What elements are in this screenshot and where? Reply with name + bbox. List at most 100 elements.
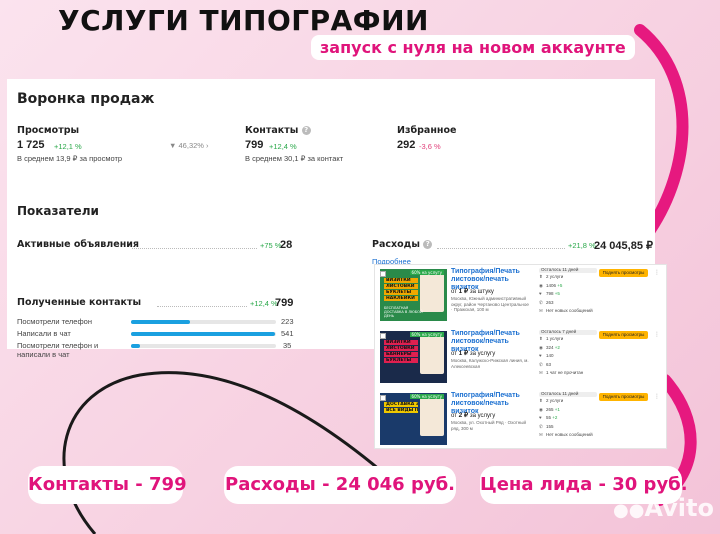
ad-image-text: ВИЗИТКИ: [384, 278, 418, 283]
more-icon[interactable]: ⋮: [654, 331, 660, 338]
ads-list: ВИЗИТКИ ЛИСТОВКИ БУКЛЕТЫ НАКЛЕЙКИ 60% на ус…: [374, 264, 667, 449]
ad-days-progress: Осталось 11 дней: [539, 267, 597, 273]
page-subtitle: запуск с нуля на новом аккаунте: [311, 35, 635, 60]
ad-stat-delta: +2: [552, 415, 558, 420]
contacts-value: 799: [245, 139, 264, 151]
active-ads-label: Активные объявления: [17, 239, 140, 250]
ad-stat: 324: [546, 344, 554, 350]
ad-stats: Осталось 7 дней ⬆ 1 услуги ◉ 324 +2 ♥ 140 ✆ 6…: [539, 329, 597, 379]
ad-checkbox[interactable]: [380, 271, 386, 277]
contact-row-label: Написали в чат: [17, 329, 71, 338]
ad-stat: 155: [546, 423, 554, 429]
boost-views-button[interactable]: Поднять просмотры: [599, 393, 648, 401]
ad-stat: Нет новых сообщений: [546, 308, 593, 313]
views-value: 1 725: [17, 139, 45, 151]
summary-contacts: Контакты - 799: [28, 466, 187, 504]
ad-stat: 2 услуги: [546, 398, 564, 403]
contact-row-bar: [131, 320, 276, 324]
ad-image-photo: [420, 334, 444, 374]
expenses-delta: +21,8 %: [568, 241, 596, 250]
ad-image-text: ВИЗИТКИ: [384, 340, 418, 345]
ad-days-progress: Осталось 7 дней: [539, 329, 597, 335]
ad-price: от 1 ₽ за штуку: [451, 288, 494, 295]
ad-stat-delta: +1: [554, 406, 560, 412]
ad-image-text: ЛИСТОВКИ: [384, 346, 418, 351]
boost-views-button[interactable]: Поднять просмотры: [599, 331, 648, 339]
expenses-value: 24 045,85 ₽: [594, 240, 653, 252]
contacts-avg: В среднем 30,1 ₽ за контакт: [245, 154, 344, 163]
contacts-delta: +12,4 %: [269, 142, 297, 151]
services-icon: ⬆: [539, 274, 543, 279]
phone-icon: ✆: [539, 423, 543, 429]
ad-stats: Осталось 11 дней ⬆ 2 услуги ◉ 265 +1 ♥ 55 +2…: [539, 391, 597, 441]
ad-image-text: БАННЕРЫ: [384, 352, 418, 357]
received-contacts-delta: +12,4 %: [250, 299, 278, 308]
ad-image[interactable]: ВИЗИТКИ ЛИСТОВКИ БУКЛЕТЫ НАКЛЕЙКИ 60% на ус…: [380, 269, 447, 321]
ad-stat: 265: [546, 406, 554, 412]
summary-expenses: Расходы - 24 046 руб.: [224, 466, 456, 504]
contact-row-bar: [131, 344, 276, 348]
ad-address: Москва, Калужско-Рижская линия, м. Алекс…: [451, 358, 529, 369]
received-contacts-label: Полученные контакты: [17, 297, 142, 308]
ad-price: от 2 ₽ за услугу: [451, 412, 496, 419]
ad-stat: 1 услуги: [546, 336, 564, 341]
ad-image-text: ЛИСТОВКИ: [384, 284, 418, 289]
ad-image[interactable]: ВИЗИТКИ ЛИСТОВКИ БАННЕРЫ БУКЛЕТЫ 60% на усл…: [380, 331, 447, 383]
views-delta: +12,1 %: [54, 142, 82, 151]
ad-stat: 63: [546, 361, 552, 367]
favorites-label: Избранное: [397, 125, 457, 136]
contact-row-value: 223: [281, 317, 294, 326]
contact-row-bar-fill: [131, 344, 140, 348]
received-contacts-value: 799: [275, 297, 294, 309]
eye-icon: ◉: [539, 406, 543, 412]
ad-address: Москва, ул. Охотный Ряд · Охотный ряд, 3…: [451, 420, 526, 431]
metrics-title: Показатели: [17, 204, 99, 218]
ad-price: от 1 ₽ за услугу: [451, 350, 496, 357]
ad-checkbox[interactable]: [380, 333, 386, 339]
contact-row-value: 541: [281, 329, 294, 338]
ad-stat-delta: +5: [557, 282, 563, 288]
ad-image-photo: [420, 396, 444, 436]
conversion-rate: ▼ 46,32% ›: [169, 141, 209, 150]
services-icon: ⬆: [539, 336, 543, 341]
ad-stat: 55: [546, 415, 552, 420]
contact-row-bar-fill: [131, 332, 275, 336]
ad-stat-delta: +5: [554, 291, 560, 296]
chat-icon: ✉: [539, 370, 543, 375]
ad-discount-badge: 60% на услугу: [409, 394, 444, 399]
avito-logo-icon: ●●: [613, 500, 645, 521]
services-icon: ⬆: [539, 398, 543, 403]
contact-row-label: Посмотрели телефон: [17, 317, 92, 326]
ad-checkbox[interactable]: [380, 395, 386, 401]
more-icon[interactable]: ⋮: [654, 393, 660, 400]
heart-icon: ♥: [539, 291, 542, 296]
contact-row-label: Посмотрели телефон и написали в чат: [17, 341, 99, 359]
views-avg: В среднем 13,9 ₽ за просмотр: [17, 154, 123, 163]
contact-row-bar-fill: [131, 320, 191, 324]
ad-image-text: НАКЛЕЙКИ: [384, 296, 418, 301]
ad-days-progress: Осталось 11 дней: [539, 391, 597, 397]
eye-icon: ◉: [539, 344, 543, 350]
ad-image[interactable]: ДОСТАВКА ЗА 24 ЧАСАВСЕ ВИДЫ ПЕЧАТИ 60% н…: [380, 393, 447, 445]
ad-stat: 2 услуги: [546, 274, 564, 279]
contact-row-value: 35: [283, 341, 292, 350]
heart-icon: ♥: [539, 415, 542, 420]
ad-stat: 263: [546, 299, 554, 305]
contact-row-bar: [131, 332, 276, 336]
active-ads-delta: +75 %: [260, 241, 282, 250]
ad-card[interactable]: ВИЗИТКИ ЛИСТОВКИ БУКЛЕТЫ НАКЛЕЙКИ 60% на ус…: [375, 265, 668, 326]
ad-image-text: БУКЛЕТЫ: [384, 290, 418, 295]
ad-image-text: ВСЕ ВИДЫ ПЕЧАТИ: [384, 408, 418, 413]
boost-views-button[interactable]: Поднять просмотры: [599, 269, 648, 277]
more-icon[interactable]: ⋮: [654, 269, 660, 276]
ad-stat: Нет новых сообщений: [546, 432, 593, 437]
help-icon[interactable]: ?: [301, 126, 311, 135]
favorites-delta: -3,6 %: [419, 142, 441, 151]
help-icon[interactable]: ?: [423, 240, 433, 249]
funnel-title: Воронка продаж: [17, 91, 155, 107]
phone-icon: ✆: [539, 299, 543, 305]
ad-card[interactable]: ДОСТАВКА ЗА 24 ЧАСАВСЕ ВИДЫ ПЕЧАТИ 60% н…: [375, 389, 668, 450]
ad-stat: 1406: [546, 282, 557, 288]
ad-card[interactable]: ВИЗИТКИ ЛИСТОВКИ БАННЕРЫ БУКЛЕТЫ 60% на усл…: [375, 327, 668, 388]
views-label: Просмотры: [17, 125, 80, 136]
